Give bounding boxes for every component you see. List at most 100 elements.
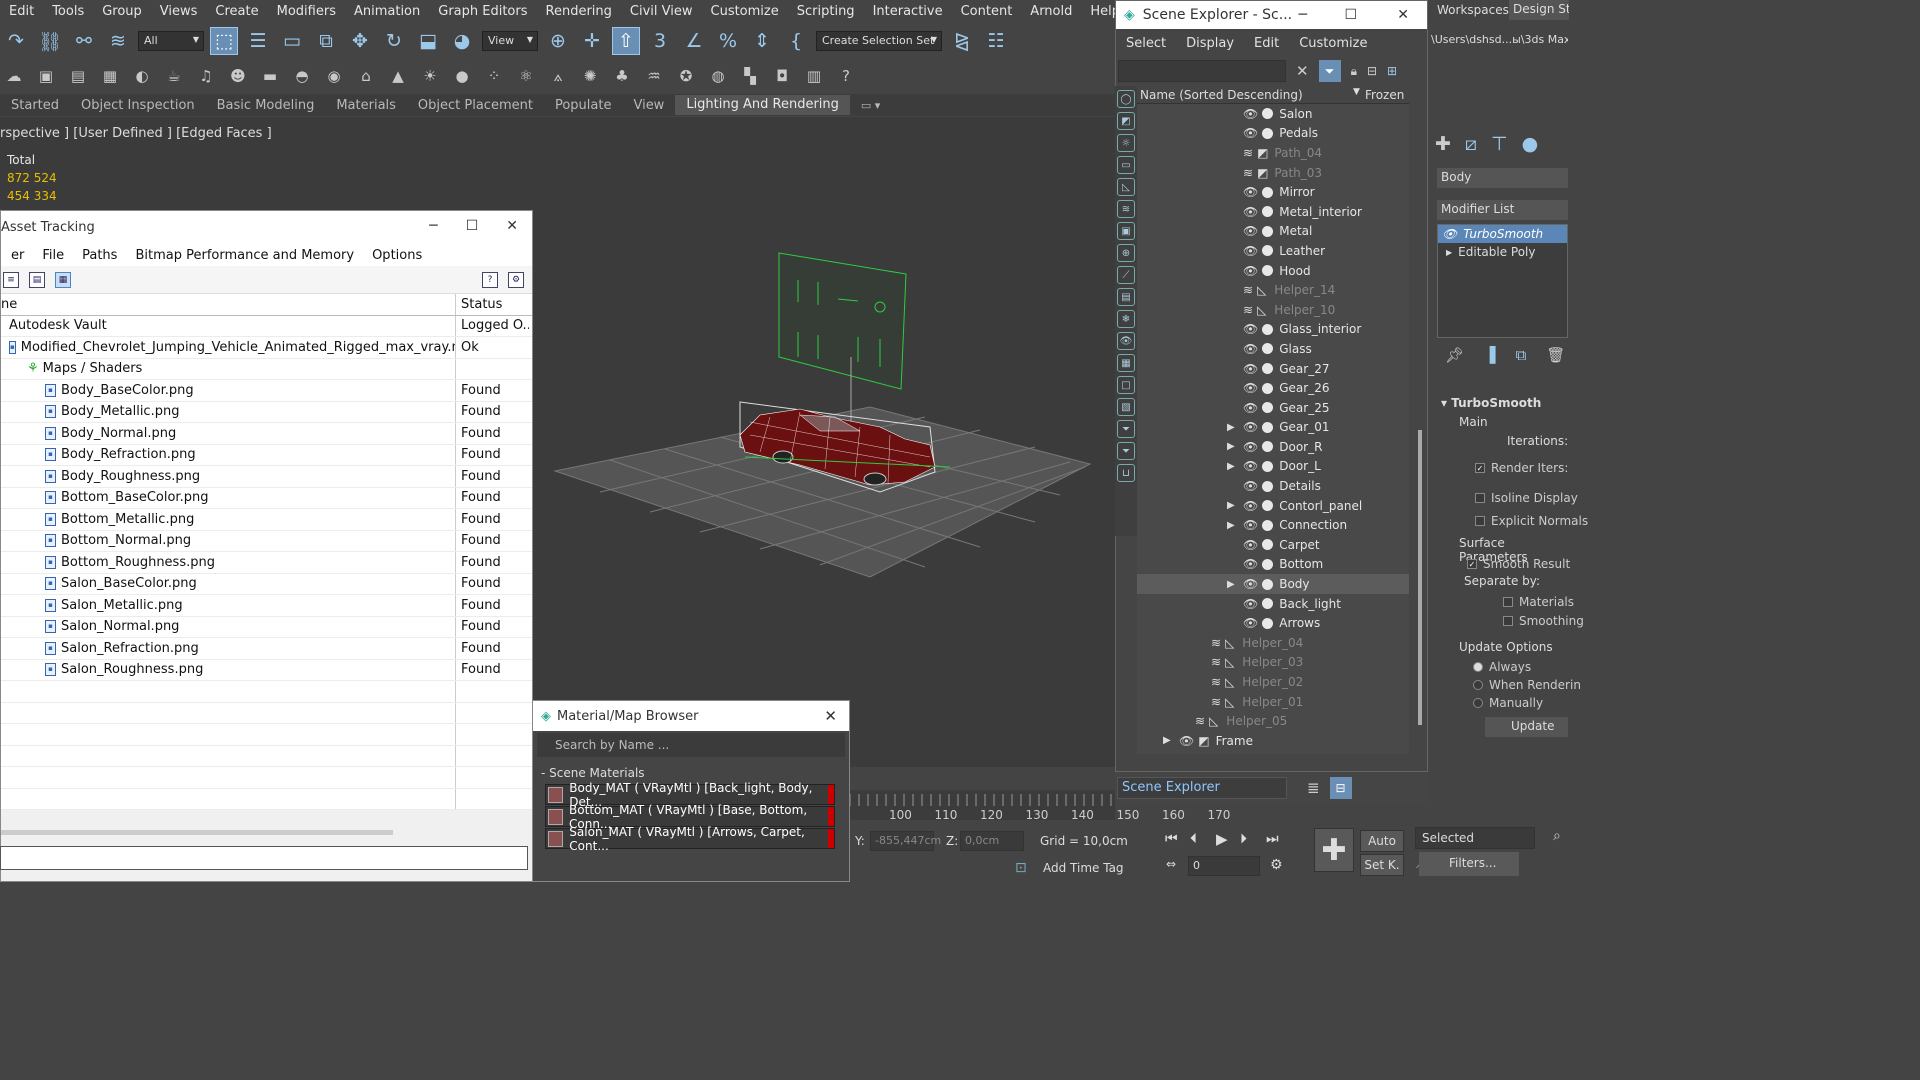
- sun-icon[interactable]: ☀: [418, 64, 442, 88]
- pin-stack-icon[interactable]: 📌︎: [1445, 346, 1464, 364]
- expand-arrow-icon[interactable]: ▶: [1227, 520, 1235, 531]
- column-status-header[interactable]: Status: [456, 297, 529, 312]
- molecule-icon[interactable]: ⚛: [514, 64, 538, 88]
- display-frozen-icon[interactable]: ❄: [1117, 310, 1135, 328]
- display-cameras-icon[interactable]: ▭: [1117, 156, 1135, 174]
- layers-icon[interactable]: ≣: [1307, 779, 1320, 797]
- display-none-icon[interactable]: □: [1117, 376, 1135, 394]
- asset-menu-item[interactable]: er: [1, 248, 32, 263]
- scene-menu-item-edit[interactable]: Edit: [1244, 36, 1289, 51]
- expand-arrow-icon[interactable]: ▶: [1227, 579, 1235, 590]
- set-key-mode-icon[interactable]: ✚: [1314, 828, 1354, 872]
- display-containers-icon[interactable]: ▤: [1117, 288, 1135, 306]
- scene-search-input[interactable]: [1118, 60, 1286, 82]
- scene-item[interactable]: 👁︎ Gear_26: [1137, 378, 1409, 398]
- maximize-icon[interactable]: ☐: [466, 218, 479, 234]
- horizontal-scrollbar[interactable]: [1, 830, 393, 835]
- scene-item[interactable]: ≋ ◺ Helper_04: [1137, 633, 1409, 653]
- asset-row[interactable]: ▪ Body_Refraction.png Found: [1, 444, 532, 466]
- next-frame-icon[interactable]: ⏵: [1240, 831, 1247, 847]
- display-groups-icon[interactable]: ▣: [1117, 222, 1135, 240]
- asset-menu-item[interactable]: Paths: [72, 248, 125, 263]
- keyboard-shortcut-override-icon[interactable]: ⇧: [612, 27, 640, 55]
- visibility-eye-icon[interactable]: 👁︎: [1243, 499, 1258, 513]
- scene-item[interactable]: 👁︎ Glass_interior: [1137, 320, 1409, 340]
- visibility-eye-icon[interactable]: 👁︎: [1243, 577, 1258, 591]
- display-lights-icon[interactable]: ☼: [1117, 134, 1135, 152]
- scene-item[interactable]: 👁︎ Hood: [1137, 261, 1409, 281]
- scene-item[interactable]: 👁︎ Salon: [1137, 104, 1409, 124]
- expand-arrow-icon[interactable]: ▶: [1446, 248, 1452, 257]
- ribbon-tab-started[interactable]: Started: [0, 98, 70, 113]
- scene-item[interactable]: ▶ 👁︎ Door_L: [1137, 457, 1409, 477]
- visibility-eye-icon[interactable]: 👁︎: [1243, 244, 1258, 258]
- menu-item-content[interactable]: Content: [952, 4, 1022, 19]
- goto-start-icon[interactable]: ⏮: [1165, 831, 1178, 847]
- detail-view-icon[interactable]: ▤: [29, 271, 45, 288]
- ribbon-tab-view[interactable]: View: [622, 98, 675, 113]
- scene-item[interactable]: ▶ 👁︎ Door_R: [1137, 437, 1409, 457]
- rotate-icon[interactable]: ↻: [380, 27, 408, 55]
- rectangular-selection-icon[interactable]: ▭: [278, 27, 306, 55]
- goto-end-icon[interactable]: ⏭: [1266, 831, 1279, 847]
- light-sphere-icon[interactable]: ●: [450, 64, 474, 88]
- scale-icon[interactable]: ⬓: [414, 27, 442, 55]
- stack-item-editable-poly[interactable]: ▶ Editable Poly: [1438, 243, 1567, 261]
- ribbon-options-icon[interactable]: ▭ ▾: [850, 99, 891, 112]
- minimize-icon[interactable]: ─: [429, 218, 437, 234]
- visibility-eye-icon[interactable]: 👁︎: [1243, 381, 1258, 395]
- select-object-icon[interactable]: ⬚: [210, 27, 238, 55]
- eye-icon[interactable]: 👁︎: [1442, 227, 1457, 241]
- scene-item[interactable]: ≋ ◺ Helper_10: [1137, 300, 1409, 320]
- scene-menu-item-display[interactable]: Display: [1176, 36, 1244, 51]
- layer-hidden-icon[interactable]: ≋: [1211, 675, 1221, 689]
- scene-states-icon[interactable]: ◐: [130, 64, 154, 88]
- dome-icon[interactable]: ◓: [290, 64, 314, 88]
- timeline-ruler[interactable]: 100 110 120 130 140 150 160 170: [850, 790, 1230, 822]
- visibility-eye-icon[interactable]: 👁︎: [1243, 401, 1258, 415]
- modify-tab-icon[interactable]: ⧄: [1465, 133, 1477, 155]
- explicit-normals-checkbox[interactable]: [1475, 516, 1485, 526]
- hair-fur-icon[interactable]: ♒: [642, 64, 666, 88]
- scene-item[interactable]: ▶ 👁︎ Contorl_panel: [1137, 496, 1409, 516]
- asset-path-field[interactable]: [0, 846, 528, 870]
- scene-menu-item-select[interactable]: Select: [1116, 36, 1176, 51]
- layer-hidden-icon[interactable]: ≋: [1243, 146, 1253, 160]
- scene-item[interactable]: 👁︎ Gear_27: [1137, 359, 1409, 379]
- list-view-icon[interactable]: ≡: [3, 271, 19, 288]
- manually-row[interactable]: Manually: [1461, 693, 1543, 713]
- update-button[interactable]: Update: [1485, 717, 1568, 737]
- sphere-icon[interactable]: ◉: [322, 64, 346, 88]
- visibility-eye-icon[interactable]: 👁︎: [1243, 362, 1258, 376]
- asset-row[interactable]: ▪ Salon_Normal.png Found: [1, 616, 532, 638]
- menu-item-animation[interactable]: Animation: [345, 4, 429, 19]
- visibility-eye-icon[interactable]: 👁︎: [1243, 264, 1258, 278]
- place-icon[interactable]: ◕: [448, 27, 476, 55]
- key-filters-button[interactable]: Filters...: [1419, 852, 1519, 876]
- visibility-eye-icon[interactable]: 👁︎: [1243, 420, 1258, 434]
- unlink-icon[interactable]: ⚯: [70, 27, 98, 55]
- bind-spacewarp-icon[interactable]: ≋: [104, 27, 132, 55]
- visibility-eye-icon[interactable]: 👁︎: [1243, 597, 1258, 611]
- cone-icon[interactable]: ▲: [386, 64, 410, 88]
- asset-row[interactable]: ▪ Bottom_Roughness.png Found: [1, 552, 532, 574]
- asset-menu-item[interactable]: Bitmap Performance and Memory: [125, 248, 362, 263]
- selection-set-icon[interactable]: ⊔: [1117, 464, 1135, 482]
- ribbon-tab-lighting-and-rendering[interactable]: Lighting And Rendering: [675, 95, 850, 115]
- move-icon[interactable]: ✥: [346, 27, 374, 55]
- key-filter-icon[interactable]: ⚙: [1270, 857, 1283, 873]
- asset-row[interactable]: ▪ Salon_BaseColor.png Found: [1, 573, 532, 595]
- modifier-list-dropdown[interactable]: Modifier List: [1437, 200, 1568, 220]
- menu-item-group[interactable]: Group: [93, 4, 151, 19]
- visibility-eye-icon[interactable]: 👁︎: [1243, 107, 1258, 121]
- always-row[interactable]: Always: [1461, 657, 1531, 677]
- calculator-icon[interactable]: ▤: [66, 64, 90, 88]
- filter-icon[interactable]: ⏷: [1318, 60, 1341, 82]
- viewport-label[interactable]: rspective ] [User Defined ] [Edged Faces…: [0, 126, 272, 141]
- scene-item[interactable]: ≋ ◩ Path_03: [1137, 163, 1409, 183]
- visibility-eye-icon[interactable]: 👁︎: [1243, 479, 1258, 493]
- mirror-icon[interactable]: ⧎: [948, 27, 976, 55]
- scene-item[interactable]: ≋ ◺ Helper_01: [1137, 692, 1409, 712]
- asset-menu-item[interactable]: File: [32, 248, 72, 263]
- scene-item[interactable]: 👁︎ Pedals: [1137, 124, 1409, 144]
